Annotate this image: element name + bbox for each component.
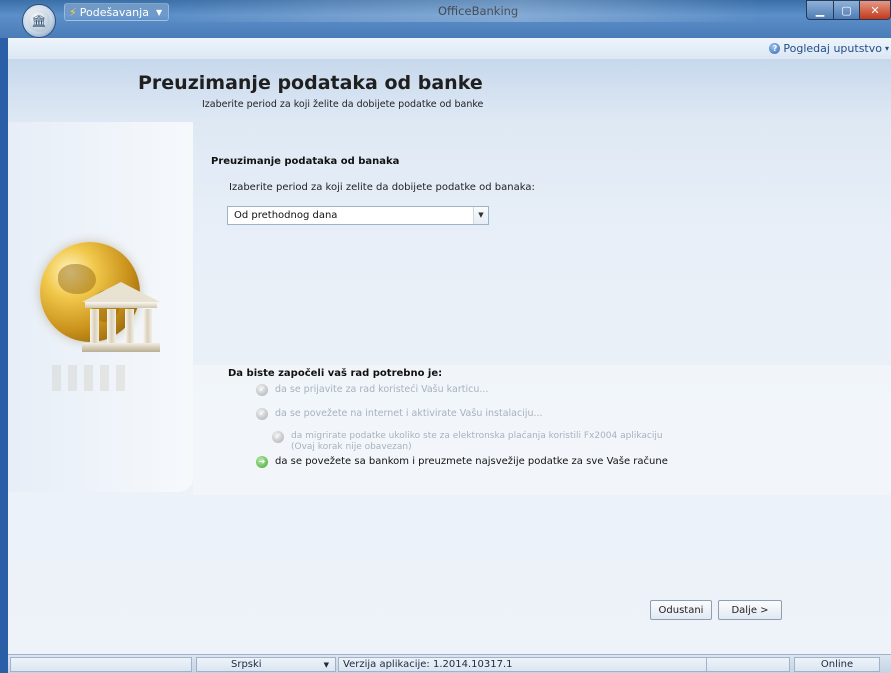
chevron-down-icon: ▼ — [323, 660, 329, 669]
status-progress — [706, 657, 790, 672]
close-button[interactable]: ✕ — [859, 0, 891, 20]
lightning-icon: ⚡ — [69, 5, 77, 19]
section-description: Izaberite period za koji zelite da dobij… — [229, 182, 535, 193]
checkmark-icon: ✓ — [272, 431, 284, 443]
language-value: Srpski — [231, 659, 262, 670]
step-item: ✓ da se prijavite za rad koristeći Vašu … — [256, 384, 488, 396]
status-bar: Srpski ▼ Verzija aplikacije: 1.2014.1031… — [8, 654, 891, 673]
illustration-reflection — [52, 365, 130, 391]
minimize-button[interactable]: ▁ — [806, 0, 834, 20]
title-bar: 🏛 ⚡ Podešavanja ▼ OfficeBanking ▁ ▢ ✕ — [0, 0, 891, 38]
maximize-icon: ▢ — [841, 3, 852, 17]
cancel-button[interactable]: Odustani — [650, 600, 712, 620]
step-note: (Ovaj korak nije obavezan) — [291, 442, 412, 452]
period-select[interactable]: Od prethodnog dana ▼ — [227, 206, 489, 225]
help-icon: ? — [769, 43, 781, 54]
bank-building-icon — [82, 282, 160, 354]
connection-status: Online — [794, 657, 880, 672]
chevron-down-icon[interactable]: ▼ — [473, 207, 488, 224]
step-text: da se povežete sa bankom i preuzmete naj… — [275, 456, 668, 467]
help-bar: ? Pogledaj uputstvo ▾ — [8, 38, 891, 60]
version-label: Verzija aplikacije: 1.2014.10317.1 — [338, 657, 708, 672]
status-cell-empty — [10, 657, 192, 672]
minimize-icon: ▁ — [815, 3, 825, 17]
section-title: Preuzimanje podataka od banaka — [211, 156, 400, 167]
settings-menu-label: Podešavanja — [79, 5, 149, 19]
help-label: Pogledaj uputstvo — [783, 42, 882, 55]
chevron-down-icon: ▾ — [884, 44, 889, 53]
arrow-right-icon: ➜ — [256, 456, 268, 468]
page-title: Preuzimanje podataka od banke — [138, 72, 483, 94]
step-text: da se povežete na internet i aktivirate … — [275, 408, 543, 419]
step-item: ✓ da migrirate podatke ukoliko ste za el… — [272, 431, 663, 453]
settings-menu-button[interactable]: ⚡ Podešavanja ▼ — [64, 3, 170, 21]
checkmark-icon: ✓ — [256, 384, 268, 396]
maximize-button[interactable]: ▢ — [833, 0, 860, 20]
steps-title: Da biste započeli vaš rad potrebno je: — [228, 368, 443, 379]
step-item-active: ➜ da se povežete sa bankom i preuzmete n… — [256, 456, 668, 468]
next-button[interactable]: Dalje > — [718, 600, 782, 620]
window-title: OfficeBanking — [438, 4, 519, 18]
chevron-down-icon: ▼ — [155, 7, 163, 17]
app-menu-button[interactable]: 🏛 — [22, 4, 56, 38]
help-link[interactable]: ? Pogledaj uputstvo ▾ — [769, 42, 889, 55]
bank-building-icon: 🏛 — [28, 10, 50, 32]
step-item: ✓ da se povežete na internet i aktivirat… — [256, 408, 543, 420]
download-form: Preuzimanje podataka od banaka Izaberite… — [193, 143, 891, 365]
step-text: da migrirate podatke ukoliko ste za elek… — [291, 431, 663, 441]
page-header: Preuzimanje podataka od banke Izaberite … — [8, 60, 891, 122]
checkmark-icon: ✓ — [256, 408, 268, 420]
language-select[interactable]: Srpski ▼ — [196, 657, 336, 672]
page-subtitle: Izaberite period za koji želite da dobij… — [202, 99, 484, 110]
main-content: Preuzimanje podataka od banke Izaberite … — [8, 60, 891, 654]
step-text: da se prijavite za rad koristeći Vašu ka… — [275, 384, 489, 395]
bank-globe-illustration — [38, 242, 168, 362]
period-select-value: Od prethodnog dana — [234, 210, 338, 221]
close-icon: ✕ — [870, 3, 880, 17]
